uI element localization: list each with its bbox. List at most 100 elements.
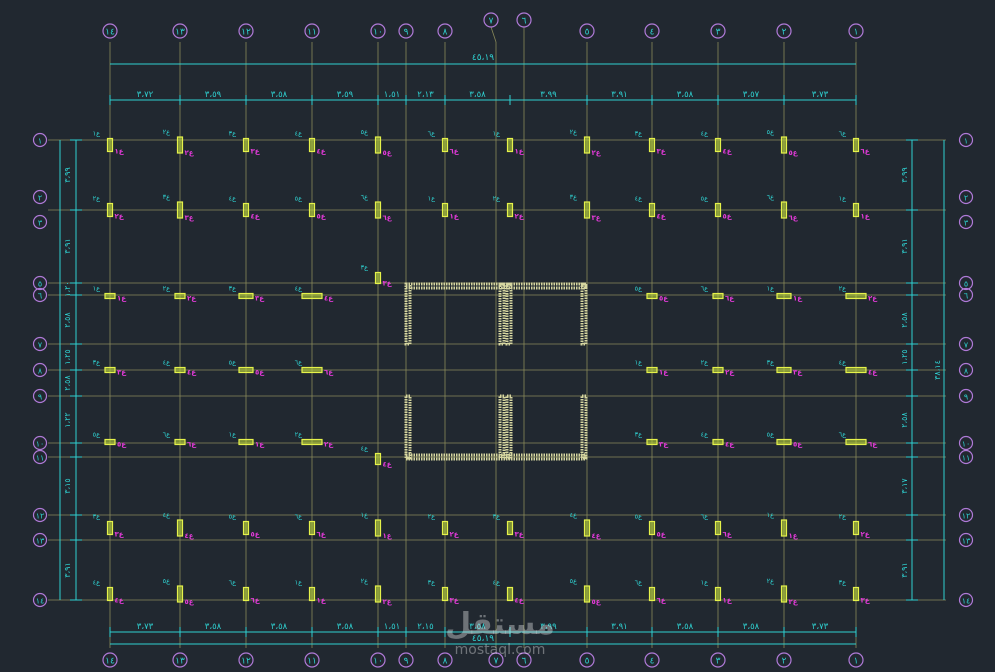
column-label: ع٣ [93, 513, 101, 521]
grid-bubble-label: ٨ [443, 28, 448, 38]
column [852, 586, 860, 602]
column-type-label: ع٥ [723, 213, 733, 221]
column-type-label: ع٦ [251, 597, 261, 605]
span-dimension-bottom-label: ٣،٥٨ [677, 622, 694, 632]
column [242, 586, 250, 602]
column [242, 202, 250, 218]
column [106, 202, 114, 218]
column-label: ع٥ [570, 577, 578, 585]
column-label: ع١ [428, 195, 436, 203]
grid-bubble-label: ٧ [489, 17, 494, 27]
column [852, 520, 860, 536]
column-type-label: ع٣ [115, 531, 125, 539]
column-label: ع٢ [93, 195, 101, 203]
span-dimension-bottom-label: ٣،٩١ [611, 622, 627, 632]
column-type-label: ع١ [723, 597, 733, 605]
grid-bubble-label: ٩ [404, 28, 409, 38]
column [583, 136, 591, 154]
grid-bubble-label: ١٣ [175, 28, 185, 38]
grid-bubble-label: ٩ [964, 393, 968, 402]
span-dimension-top-label: ٣،٥٨ [677, 90, 694, 100]
grid-bubble-label: ١٠ [373, 657, 383, 667]
grid-bubble-label: ١٢ [36, 512, 45, 521]
column-type-label: ع٣ [383, 280, 393, 288]
column-type-label: ع١ [515, 148, 525, 156]
column-type-label: ع٢ [515, 213, 525, 221]
grid-bubble-label: ٢ [782, 657, 787, 667]
grid-bubble-label: ٦ [38, 292, 42, 301]
column-label: ع٥ [93, 431, 101, 439]
column [712, 366, 724, 374]
column [441, 202, 449, 218]
grid-bubble-label: ٢ [782, 28, 787, 38]
grid-bubble-label: ١٢ [962, 512, 971, 521]
span-dimension-left-label: ١،٢٥ [63, 349, 72, 364]
column-label: ع٤ [839, 359, 847, 367]
column [374, 201, 382, 219]
column-type-label: ع٣ [450, 597, 460, 605]
column-label: ع٤ [701, 130, 709, 138]
grid-bubble-label: ١٤ [36, 597, 45, 606]
grid-bubble-label: ٥ [585, 657, 590, 667]
column [845, 292, 867, 300]
column-label: ع١ [493, 130, 501, 138]
plan-background [0, 0, 995, 672]
column-label: ع٢ [428, 513, 436, 521]
column-type-label: ع٤ [185, 532, 195, 540]
span-dimension-left-label: ٢،٥٨ [63, 375, 72, 391]
column [714, 520, 722, 536]
span-dimension-top-label: ٣،٥٩ [337, 90, 354, 100]
grid-bubble-label: ١٣ [962, 537, 971, 546]
column-type-label: ع٢ [725, 369, 735, 377]
column [374, 271, 382, 285]
grid-bubble-label: ٦ [522, 17, 527, 27]
column-label: ع٣ [635, 431, 643, 439]
column [583, 519, 591, 537]
span-dimension-top-label: ٣،٥٨ [469, 90, 486, 100]
column [308, 137, 316, 153]
column-label: ع٤ [295, 285, 303, 293]
column-label: ع٤ [361, 445, 369, 453]
span-dimension-right-label: ١،٢٥ [900, 349, 909, 364]
column-type-label: ع٥ [789, 149, 799, 157]
column [176, 136, 184, 154]
grid-bubble-label: ٥ [585, 28, 590, 38]
column-type-label: ع٥ [659, 295, 669, 303]
span-dimension-top-label: ٣،٥٨ [271, 90, 288, 100]
column [845, 366, 867, 374]
column-label: ع١ [93, 285, 101, 293]
column-type-label: ع٦ [450, 148, 460, 156]
column-type-label: ع٢ [324, 441, 334, 449]
column-type-label: ع٣ [515, 531, 525, 539]
span-dimension-top-label: ٣،٩٩ [540, 90, 557, 100]
grid-bubble-label: ١ [854, 657, 859, 667]
column-type-label: ع١ [789, 532, 799, 540]
column [583, 585, 591, 603]
column [780, 519, 788, 537]
column-label: ع٥ [767, 431, 775, 439]
span-dimension-top-label: ٣،٩١ [611, 90, 627, 100]
column-label: ع٥ [635, 513, 643, 521]
column [106, 520, 114, 536]
column-label: ع١ [229, 431, 237, 439]
column-type-label: ع٢ [592, 149, 602, 157]
column-label: ع٤ [295, 130, 303, 138]
column-label: ع٦ [701, 513, 709, 521]
column-type-label: ع٢ [115, 213, 125, 221]
column-label: ع١ [295, 579, 303, 587]
column-label: ع١ [767, 511, 775, 519]
grid-bubble-label: ٣ [38, 219, 43, 228]
column-type-label: ع٢ [450, 531, 460, 539]
grid-bubble-label: ١٠ [373, 28, 383, 38]
column-label: ع٣ [229, 130, 237, 138]
column [374, 452, 382, 466]
column-type-label: ع٥ [185, 598, 195, 606]
column-label: ع٤ [163, 359, 171, 367]
column [106, 586, 114, 602]
column [776, 438, 792, 446]
column-label: ع٤ [493, 579, 501, 587]
column [648, 586, 656, 602]
grid-bubble-label: ١١ [962, 454, 971, 463]
overall-dimension-right-label: ٣٨،١٤ [933, 360, 942, 380]
column-type-label: ع٤ [592, 532, 602, 540]
